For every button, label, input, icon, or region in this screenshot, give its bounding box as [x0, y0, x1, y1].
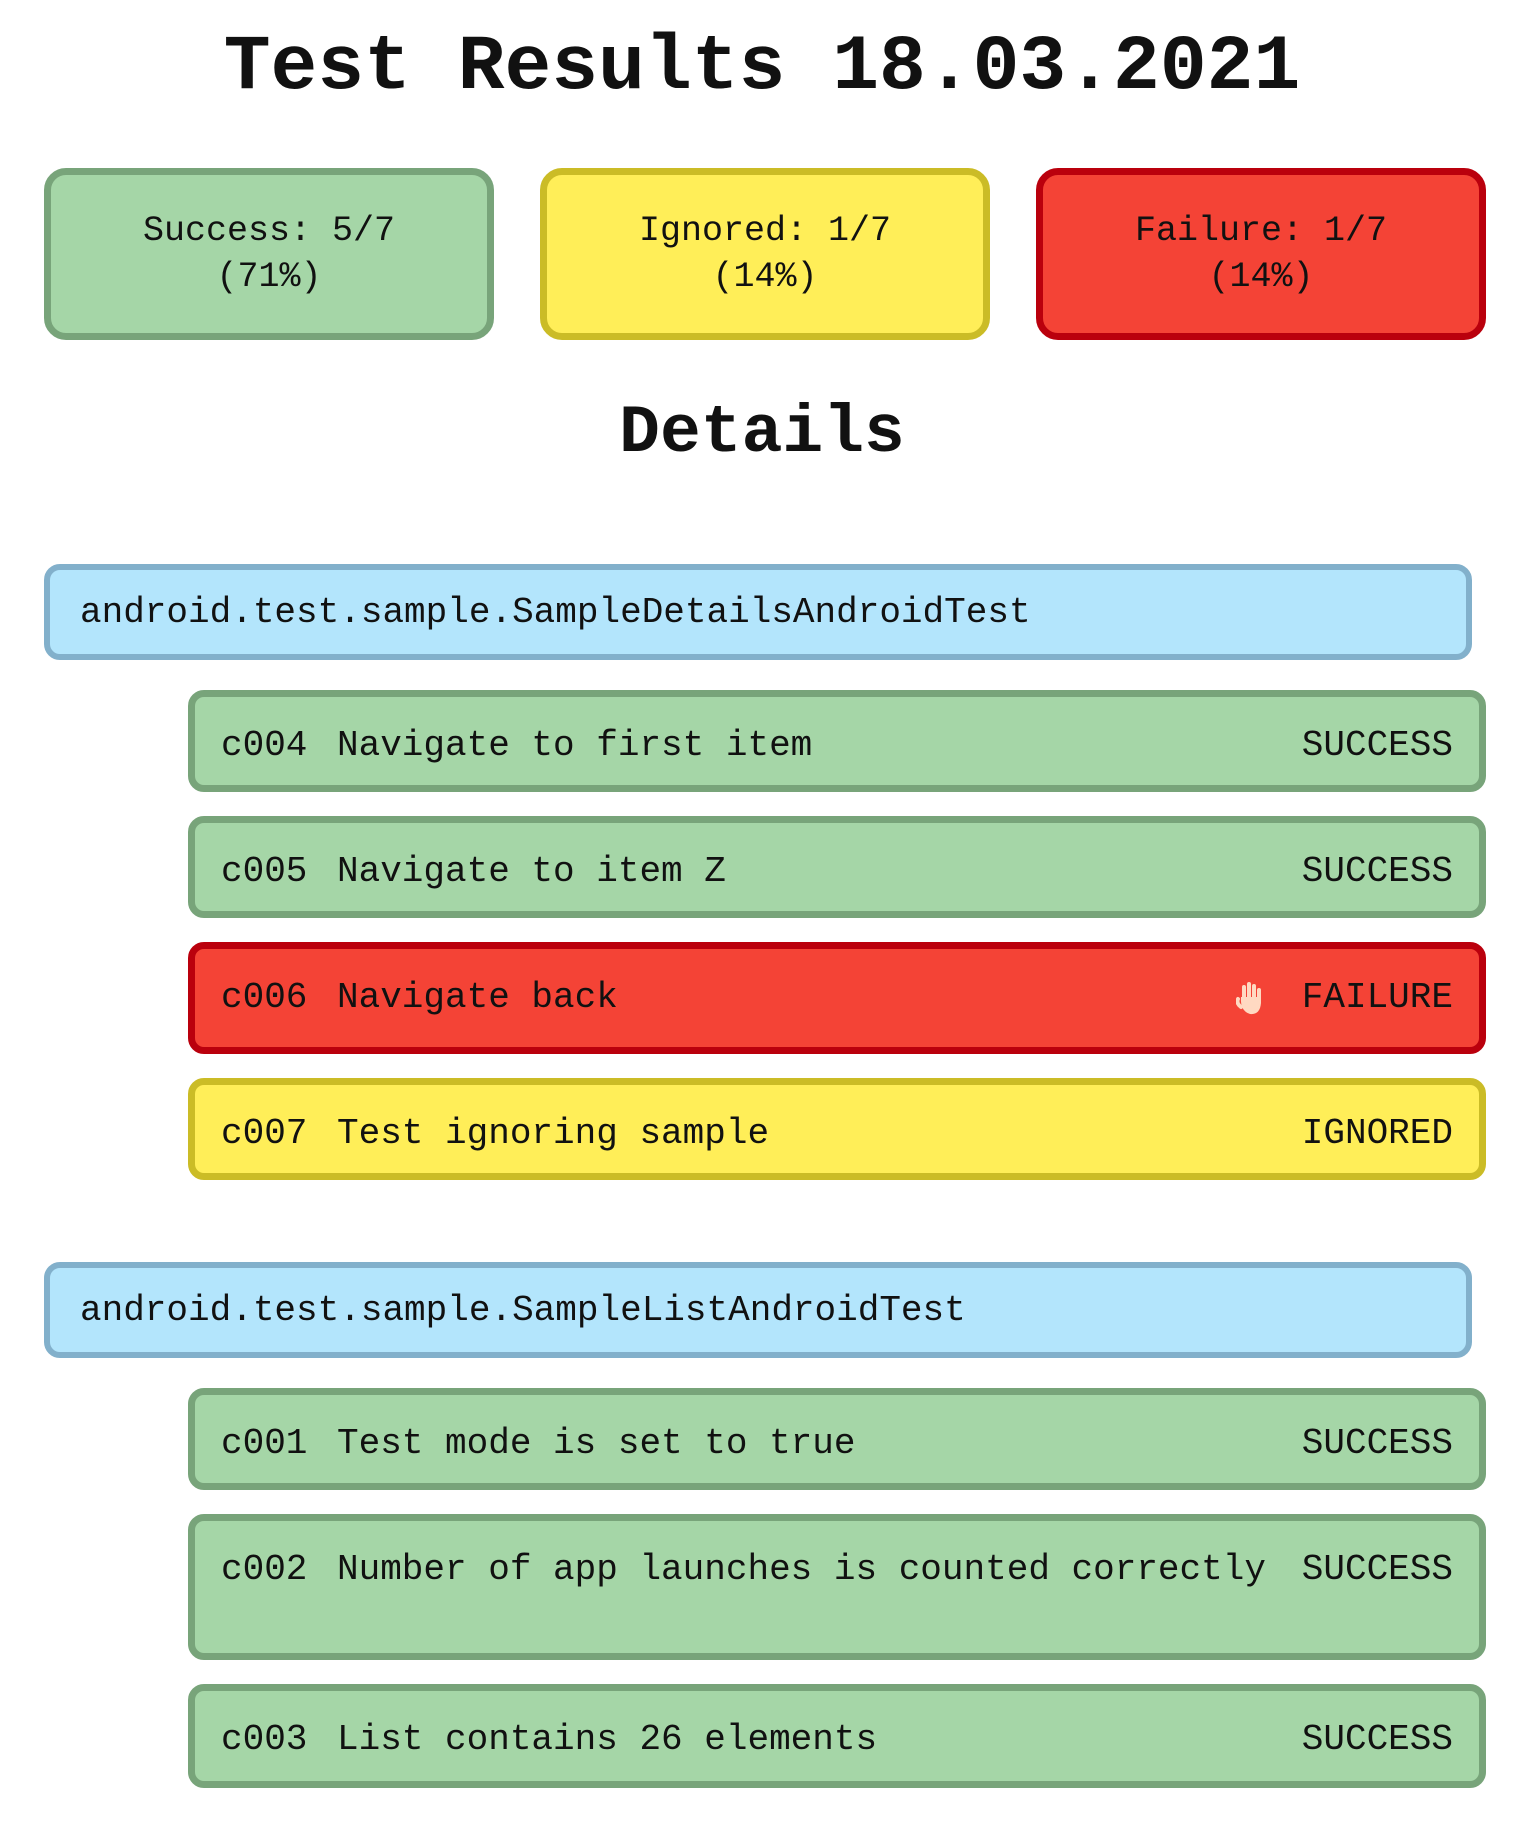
test-id: c007 — [221, 1113, 308, 1154]
test-name: Number of app launches is counted correc… — [337, 1549, 1266, 1590]
test-status: SUCCESS — [1301, 1719, 1453, 1760]
test-status: SUCCESS — [1301, 1549, 1453, 1590]
success-summary-card: Success: 5/7 (71%) — [44, 168, 494, 340]
test-row[interactable]: c002 Number of app launches is counted c… — [188, 1514, 1486, 1660]
test-class-header[interactable]: android.test.sample.SampleListAndroidTes… — [44, 1262, 1472, 1358]
test-row[interactable]: c005 Navigate to item Z SUCCESS — [188, 816, 1486, 918]
test-name: Navigate back — [337, 977, 618, 1018]
success-count: Success: 5/7 — [142, 211, 396, 251]
failure-count: Failure: 1/7 — [1134, 211, 1388, 251]
test-id: c001 — [221, 1423, 308, 1464]
test-class-name: android.test.sample.SampleDetailsAndroid… — [80, 591, 1031, 633]
test-id: c006 — [221, 977, 308, 1018]
test-id: c002 — [221, 1549, 308, 1590]
ignored-summary-card: Ignored: 1/7 (14%) — [540, 168, 990, 340]
test-name: Navigate to first item — [337, 725, 813, 766]
test-class-name: android.test.sample.SampleListAndroidTes… — [80, 1289, 966, 1331]
ignored-count: Ignored: 1/7 — [638, 211, 892, 251]
test-id: c003 — [221, 1719, 308, 1760]
hand-pointer-icon — [1235, 982, 1261, 1015]
test-id: c004 — [221, 725, 308, 766]
test-name: Navigate to item Z — [337, 851, 726, 892]
success-percent: (71%) — [216, 257, 322, 297]
test-row[interactable]: c003 List contains 26 elements SUCCESS — [188, 1684, 1486, 1788]
test-row[interactable]: c001 Test mode is set to true SUCCESS — [188, 1388, 1486, 1490]
test-name: Test ignoring sample — [337, 1113, 770, 1154]
test-row[interactable]: c004 Navigate to first item SUCCESS — [188, 690, 1486, 792]
test-status-wrap: FAILURE — [1235, 975, 1453, 1021]
test-row[interactable]: c007 Test ignoring sample IGNORED — [188, 1078, 1486, 1180]
test-row[interactable]: c006 Navigate back FAILURE — [188, 942, 1486, 1054]
test-status: SUCCESS — [1301, 1423, 1453, 1464]
summary-row: Success: 5/7 (71%) Ignored: 1/7 (14%) Fa… — [44, 168, 1486, 340]
test-class-header[interactable]: android.test.sample.SampleDetailsAndroid… — [44, 564, 1472, 660]
failure-percent: (14%) — [1208, 257, 1314, 297]
details-title: Details — [619, 395, 905, 472]
test-status: FAILURE — [1301, 977, 1453, 1018]
test-status: SUCCESS — [1301, 725, 1453, 766]
ignored-percent: (14%) — [712, 257, 818, 297]
page-title: Test Results 18.03.2021 — [223, 24, 1301, 112]
test-status: SUCCESS — [1301, 851, 1453, 892]
test-status: IGNORED — [1301, 1113, 1453, 1154]
test-name: List contains 26 elements — [337, 1719, 878, 1760]
failure-summary-card: Failure: 1/7 (14%) — [1036, 168, 1486, 340]
test-id: c005 — [221, 851, 308, 892]
test-name: Test mode is set to true — [337, 1423, 856, 1464]
